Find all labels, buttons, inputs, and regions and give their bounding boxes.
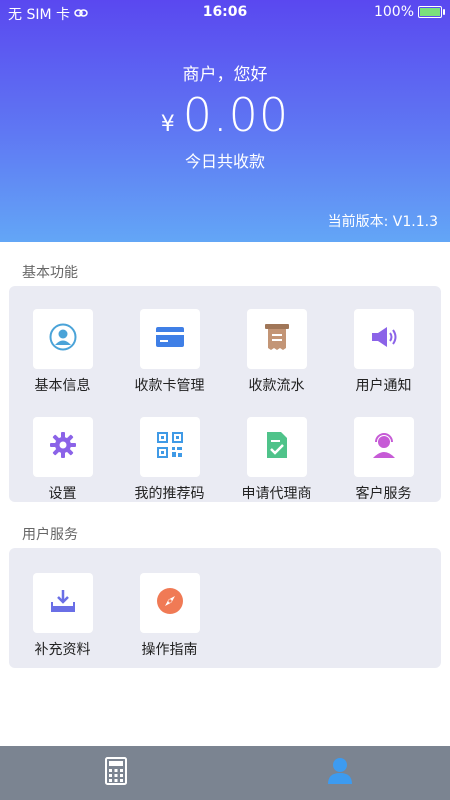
today-amount: ¥ 0.00 [0, 88, 450, 142]
battery-icon [418, 6, 445, 18]
tile-label: 基本信息 [34, 378, 91, 394]
header: 无 SIM 卡 16:06 100% 商户，您好 ¥ 0.00 今日共收款 当前… [0, 0, 450, 242]
status-bar: 无 SIM 卡 16:06 100% [0, 0, 450, 24]
tile-card-management[interactable]: 收款卡管理 [116, 309, 223, 395]
tile-label: 收款流水 [248, 378, 305, 394]
calculator-icon [105, 757, 127, 789]
amount-value: 0.00 [182, 88, 290, 142]
user-services-panel: 补充资料 操作指南 [9, 548, 441, 668]
person-icon [327, 757, 353, 789]
tile-label: 设置 [48, 486, 77, 502]
currency-symbol: ¥ [160, 112, 175, 137]
amount-label: 今日共收款 [184, 152, 265, 171]
tile-label: 我的推荐码 [134, 486, 205, 502]
tile-settings[interactable]: 设置 [9, 417, 116, 503]
user-services-section-title: 用户服务 [22, 527, 78, 543]
tile-user-notifications[interactable]: 用户通知 [330, 309, 437, 395]
compass-icon [156, 587, 184, 619]
tile-label: 用户通知 [355, 378, 412, 394]
tile-label: 收款卡管理 [134, 378, 205, 394]
tile-supplement-info[interactable]: 补充资料 [9, 573, 116, 659]
receipt-icon [264, 323, 289, 355]
tab-bar [0, 746, 450, 800]
greeting: 商户，您好 [182, 65, 268, 85]
tab-profile[interactable] [320, 756, 360, 790]
tile-label: 补充资料 [34, 642, 91, 658]
qr-code-icon [156, 432, 183, 462]
tile-referral-code[interactable]: 我的推荐码 [116, 417, 223, 503]
download-tray-icon [50, 589, 76, 617]
tile-basic-info[interactable]: 基本信息 [9, 309, 116, 395]
tile-transactions[interactable]: 收款流水 [223, 309, 330, 395]
tile-apply-agent[interactable]: 申请代理商 [223, 417, 330, 503]
tab-calculator[interactable] [96, 756, 136, 790]
tile-label: 客户服务 [355, 486, 412, 502]
card-icon [155, 326, 185, 352]
basic-section-title: 基本功能 [22, 265, 78, 281]
tile-label: 申请代理商 [241, 486, 312, 502]
speaker-icon [370, 325, 398, 353]
basic-functions-panel: 基本信息 收款卡管理 收款流水 用户通知 设置 我的推荐码 申请代理商 客户服务 [9, 286, 441, 502]
gear-icon [49, 431, 77, 463]
tile-customer-service[interactable]: 客户服务 [330, 417, 437, 503]
version-text: 当前版本: V1.1.3 [327, 214, 438, 230]
user-avatar-icon [49, 323, 77, 355]
document-check-icon [266, 431, 288, 463]
battery-percent: 100% [373, 4, 414, 20]
tile-label: 操作指南 [141, 642, 198, 658]
headset-icon [370, 431, 398, 463]
tile-user-guide[interactable]: 操作指南 [116, 573, 223, 659]
